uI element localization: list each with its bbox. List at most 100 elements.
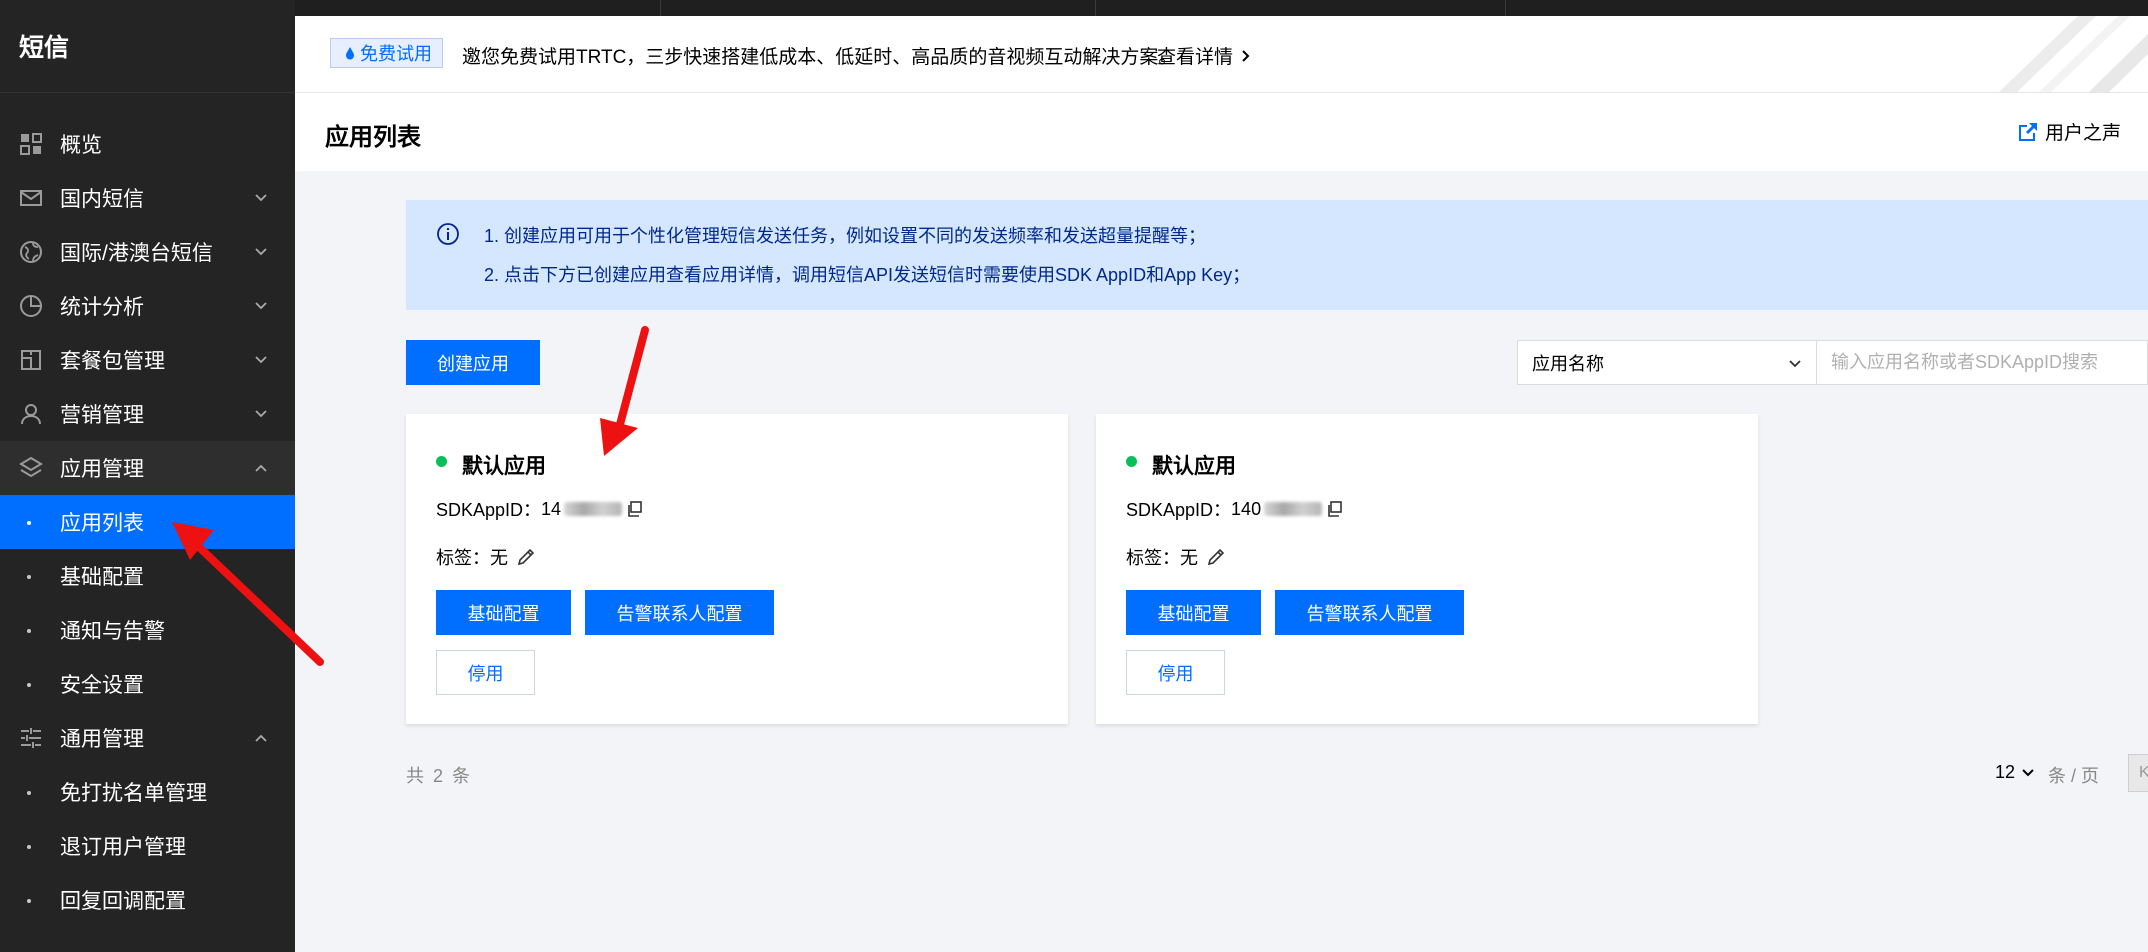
banner-details-label: 查看详情 xyxy=(1157,47,1234,68)
external-link-icon xyxy=(2019,122,2037,141)
sidebar-item-reply-callback[interactable]: 回复回调配置 xyxy=(0,873,295,927)
bullet-icon xyxy=(27,683,31,687)
tag-label: 标签：无 xyxy=(436,548,508,568)
sidebar-item-label: 回复回调配置 xyxy=(60,890,186,913)
sidebar-item-marketing[interactable]: 营销管理 xyxy=(0,387,295,441)
disable-button[interactable]: 停用 xyxy=(1126,650,1225,695)
search-field-select-value: 应用名称 xyxy=(1532,353,1604,374)
chevron-up-icon xyxy=(255,464,267,472)
bullet-icon xyxy=(27,521,31,525)
sidebar-item-dnd-list[interactable]: 免打扰名单管理 xyxy=(0,765,295,819)
user-feedback-label: 用户之声 xyxy=(2045,123,2122,144)
sidebar-item-label: 通知与告警 xyxy=(60,620,165,643)
create-app-button[interactable]: 创建应用 xyxy=(406,340,540,385)
tag-label: 标签：无 xyxy=(1126,548,1198,568)
sidebar-item-label: 营销管理 xyxy=(60,404,144,427)
top-strip xyxy=(295,0,2148,16)
pencil-icon[interactable] xyxy=(516,547,536,567)
sidebar-item-label: 国内短信 xyxy=(60,188,144,211)
layers-icon xyxy=(19,456,43,478)
chevron-down-icon xyxy=(1789,360,1801,368)
sidebar-item-app-management[interactable]: 应用管理 xyxy=(0,441,295,495)
info-line-2: 2. 点击下方已创建应用查看应用详情，调用短信API发送短信时需要使用SDK A… xyxy=(484,265,1251,285)
top-strip-divider xyxy=(1095,0,1096,16)
sidebar-item-domestic-sms[interactable]: 国内短信 xyxy=(0,171,295,225)
globe-icon xyxy=(20,241,42,263)
search-field-select[interactable]: 应用名称 xyxy=(1517,340,1817,385)
app-tag: 标签：无 xyxy=(1126,544,1226,570)
sidebar-item-label: 安全设置 xyxy=(60,674,144,697)
chevron-right-icon xyxy=(1242,49,1250,62)
alert-contact-config-button[interactable]: 告警联系人配置 xyxy=(1275,590,1464,635)
chevron-down-icon xyxy=(255,410,267,418)
disable-button[interactable]: 停用 xyxy=(436,650,535,695)
sidebar-item-statistics[interactable]: 统计分析 xyxy=(0,279,295,333)
status-dot-icon xyxy=(436,456,447,467)
sidebar-item-general-management[interactable]: 通用管理 xyxy=(0,711,295,765)
app-card[interactable]: 默认应用 SDKAppID： 14 标签：无 基础配置 告警联系人配置 停用 xyxy=(406,414,1068,724)
sliders-icon xyxy=(21,728,41,748)
sidebar-item-basic-config[interactable]: 基础配置 xyxy=(0,549,295,603)
sidebar-item-package[interactable]: 套餐包管理 xyxy=(0,333,295,387)
app-sdkappid: SDKAppID： 140 xyxy=(1126,496,1342,522)
basic-config-button[interactable]: 基础配置 xyxy=(1126,590,1261,635)
info-icon xyxy=(437,223,459,245)
page-title: 应用列表 xyxy=(325,124,421,151)
basic-config-button[interactable]: 基础配置 xyxy=(436,590,571,635)
page-size-select[interactable]: 12 xyxy=(1995,762,2035,783)
copy-icon[interactable] xyxy=(626,501,642,517)
sidebar-item-unsubscribe[interactable]: 退订用户管理 xyxy=(0,819,295,873)
copy-icon[interactable] xyxy=(1326,501,1342,517)
chevron-down-icon xyxy=(2022,768,2034,776)
sidebar-brand: 短信 xyxy=(0,0,295,93)
bullet-icon xyxy=(27,899,31,903)
chevron-down-icon xyxy=(255,356,267,364)
chevron-down-icon xyxy=(255,248,267,256)
total-count: 共 2 条 xyxy=(406,766,473,786)
sdkappid-label: SDKAppID： xyxy=(436,500,542,520)
drop-icon xyxy=(346,47,354,60)
mail-icon xyxy=(20,190,42,206)
sidebar-item-label: 应用管理 xyxy=(60,458,144,481)
sdkappid-prefix: 14 xyxy=(541,498,562,519)
app-tag: 标签：无 xyxy=(436,544,536,570)
page-size-unit: 条 / 页 xyxy=(2048,766,2100,786)
app-card[interactable]: 默认应用 SDKAppID： 140 标签：无 基础配置 告警联系人配置 停用 xyxy=(1096,414,1758,724)
bullet-icon xyxy=(27,575,31,579)
app-name: 默认应用 xyxy=(1152,455,1236,478)
top-strip-divider xyxy=(1505,0,1506,16)
user-feedback-link[interactable]: 用户之声 xyxy=(2017,118,2121,145)
info-notice: 1. 创建应用可用于个性化管理短信发送任务，例如设置不同的发送频率和发送超量提醒… xyxy=(406,200,2148,310)
dashboard-icon xyxy=(20,133,42,155)
first-page-button[interactable]: K xyxy=(2128,754,2148,792)
bullet-icon xyxy=(27,629,31,633)
banner-details-link[interactable]: 查看详情 xyxy=(1157,42,1251,69)
sidebar-item-international-sms[interactable]: 国际/港澳台短信 xyxy=(0,225,295,279)
banner-decoration-icon xyxy=(1999,16,2148,92)
page-header: 应用列表 用户之声 xyxy=(295,93,2148,171)
bullet-icon xyxy=(27,791,31,795)
bullet-icon xyxy=(27,845,31,849)
package-icon xyxy=(21,350,41,370)
sidebar-item-security[interactable]: 安全设置 xyxy=(0,657,295,711)
sidebar-item-label: 套餐包管理 xyxy=(60,350,165,373)
chevron-down-icon xyxy=(255,194,267,202)
alert-contact-config-button[interactable]: 告警联系人配置 xyxy=(585,590,774,635)
sdkappid-label: SDKAppID： xyxy=(1126,500,1232,520)
sidebar-item-overview[interactable]: 概览 xyxy=(0,117,295,171)
sidebar-item-label: 基础配置 xyxy=(60,566,144,589)
sdkappid-prefix: 140 xyxy=(1231,498,1262,519)
promo-banner: 免费试用 邀您免费试用TRTC，三步快速搭建低成本、低延时、高品质的音视频互动解… xyxy=(295,16,2148,93)
pencil-icon[interactable] xyxy=(1206,547,1226,567)
user-icon xyxy=(21,404,41,425)
sidebar-item-label: 统计分析 xyxy=(60,296,144,319)
sdkappid-masked xyxy=(1264,502,1323,516)
sdkappid-masked xyxy=(564,502,623,516)
sidebar-item-app-list[interactable]: 应用列表 xyxy=(0,495,295,549)
status-dot-icon xyxy=(1126,456,1137,467)
free-trial-label: 免费试用 xyxy=(360,44,432,64)
chevron-down-icon xyxy=(255,302,267,310)
sidebar-item-label: 退订用户管理 xyxy=(60,836,186,859)
sidebar-item-notify-alert[interactable]: 通知与告警 xyxy=(0,603,295,657)
search-input[interactable] xyxy=(1817,340,2148,385)
